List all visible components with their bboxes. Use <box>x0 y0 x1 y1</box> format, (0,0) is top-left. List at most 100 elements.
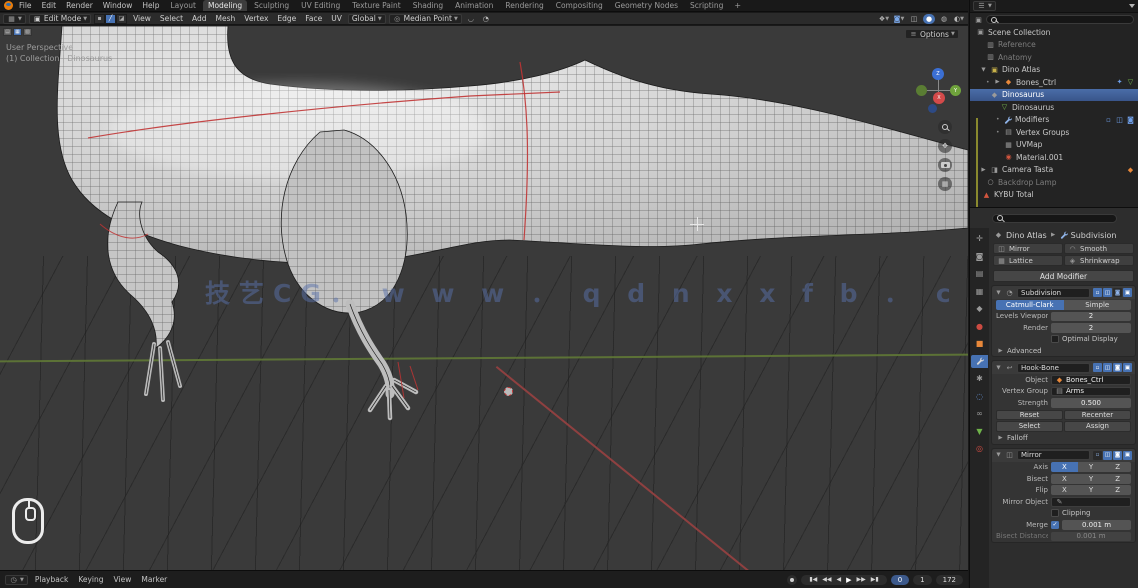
mirror-object-field[interactable]: ✎ <box>1051 497 1131 507</box>
render-display-toggle[interactable]: ◙ <box>1113 451 1122 460</box>
cage-display-toggle[interactable]: ▣ <box>1123 288 1132 297</box>
tab-scripting[interactable]: Scripting <box>685 0 728 11</box>
render-display-toggle[interactable]: ◙ <box>1113 288 1122 297</box>
falloff-section[interactable]: ▶Falloff <box>992 433 1135 444</box>
menu-render[interactable]: Render <box>62 1 97 10</box>
frame-end-field[interactable]: 172 <box>936 575 963 585</box>
subdivision-modifier-header[interactable]: ▼ ◔ Subdivision ▫◫◙▣ <box>992 286 1135 299</box>
outliner-row-vertex-groups[interactable]: •▤Vertex Groups <box>970 126 1138 139</box>
frame-start-field[interactable]: 1 <box>913 575 931 585</box>
physics-tab[interactable]: ◌ <box>971 390 988 403</box>
edge-select-button[interactable]: ╱ <box>105 14 116 24</box>
keying-menu[interactable]: Keying <box>75 575 106 584</box>
breadcrumb-modifier[interactable]: Subdivision <box>1071 231 1117 240</box>
pivot-point-dropdown[interactable]: ◎Median Point▼ <box>389 14 462 24</box>
gizmo-y-axis[interactable]: Y <box>950 85 961 96</box>
tool-icon[interactable]: ▤ <box>3 28 12 36</box>
menu-edit[interactable]: Edit <box>38 1 61 10</box>
snap-magnet-toggle[interactable]: ◡ <box>465 14 477 24</box>
xray-toggle[interactable]: ◫ <box>908 14 920 24</box>
outliner-row-scene-collection[interactable]: ▣Scene Collection <box>970 26 1138 39</box>
cage-display-toggle[interactable]: ▣ <box>1123 451 1132 460</box>
realtime-toggle-icon[interactable]: ◫ <box>1115 116 1124 124</box>
uv-menu[interactable]: UV <box>328 14 345 23</box>
bisect-distance-field[interactable]: 0.001 m <box>1051 532 1131 542</box>
tab-geometry-nodes[interactable]: Geometry Nodes <box>610 0 683 11</box>
optimal-display-checkbox[interactable] <box>1051 335 1059 343</box>
navigation-gizmo[interactable]: Z Y X <box>916 68 962 114</box>
realtime-display-toggle[interactable]: ◫ <box>1103 363 1112 372</box>
vertex-group-field[interactable]: ▤Arms <box>1051 387 1131 397</box>
hook-assign-button[interactable]: Assign <box>1064 421 1131 432</box>
outliner-row-camera[interactable]: ▶◨Camera Tasta◆ <box>970 164 1138 177</box>
bisect-y-button[interactable]: Y <box>1078 474 1105 484</box>
strength-slider[interactable]: 0.500 <box>1051 398 1131 408</box>
outliner-row-modifiers[interactable]: •Modifiers▫◫◙ <box>970 114 1138 127</box>
show-overlays-dropdown[interactable]: ◙▼ <box>893 14 905 24</box>
timeline-editor-selector[interactable]: ◷▼ <box>5 575 28 585</box>
edge-menu[interactable]: Edge <box>274 14 299 23</box>
world-tab[interactable]: ● <box>971 320 988 333</box>
axis-y-button[interactable]: Y <box>1078 462 1105 472</box>
outliner-row-lamp[interactable]: ○Backdrop Lamp <box>970 176 1138 189</box>
levels-viewport-field[interactable]: 2 <box>1051 312 1131 322</box>
hook-select-button[interactable]: Select <box>996 421 1063 432</box>
hook-object-field[interactable]: ◆Bones_Ctrl <box>1051 375 1131 385</box>
flip-y-button[interactable]: Y <box>1078 485 1105 495</box>
mode-selector[interactable]: ▣Edit Mode▼ <box>29 14 91 24</box>
bisect-z-button[interactable]: Z <box>1104 474 1131 484</box>
menu-file[interactable]: File <box>15 1 36 10</box>
material-tab[interactable]: ◎ <box>971 442 988 455</box>
play-button[interactable]: ▶ <box>844 576 853 584</box>
vertex-select-button[interactable]: ▪ <box>94 14 105 24</box>
options-dropdown[interactable]: ≡Options▼ <box>905 29 959 39</box>
particles-tab[interactable]: ✱ <box>971 372 988 385</box>
marker-menu[interactable]: Marker <box>138 575 170 584</box>
jump-to-end-button[interactable]: ▶▮ <box>869 576 881 583</box>
clipping-checkbox[interactable] <box>1051 509 1059 517</box>
current-frame-field[interactable]: 0 <box>891 575 909 585</box>
jump-to-start-button[interactable]: ▮◀ <box>807 576 819 583</box>
vertex-menu[interactable]: Vertex <box>241 14 271 23</box>
simple-button[interactable]: Simple <box>1064 300 1132 310</box>
modifier-name-field[interactable]: Hook-Bone <box>1017 363 1090 373</box>
gizmo-x-axis[interactable]: X <box>933 92 945 104</box>
properties-search-input[interactable] <box>992 214 1117 223</box>
favorite-shrinkwrap-button[interactable]: ◈Shrinkwrap <box>1064 255 1134 266</box>
flip-z-button[interactable]: Z <box>1104 485 1131 495</box>
shading-rendered-dropdown[interactable]: ◐▼ <box>953 14 965 24</box>
render-display-toggle[interactable]: ◙ <box>1113 363 1122 372</box>
perspective-toggle-icon[interactable]: ▦ <box>938 177 952 191</box>
outliner-row-anatomy[interactable]: ▥Anatomy <box>970 51 1138 64</box>
timeline-view-menu[interactable]: View <box>111 575 135 584</box>
outliner-row-uvmap[interactable]: ▦UVMap <box>970 139 1138 152</box>
realtime-display-toggle[interactable]: ◫ <box>1103 451 1112 460</box>
menu-help[interactable]: Help <box>138 1 163 10</box>
breadcrumb-object[interactable]: Dino Atlas <box>1006 231 1047 240</box>
shading-material-button[interactable]: ◍ <box>938 14 950 24</box>
scene-tab[interactable]: ◆ <box>971 302 988 315</box>
hook-reset-button[interactable]: Reset <box>996 410 1063 421</box>
gizmo-z-neg-axis[interactable] <box>928 104 937 113</box>
outliner-search-input[interactable] <box>986 15 1134 24</box>
proportional-editing-toggle[interactable]: ◔ <box>480 14 492 24</box>
face-select-button[interactable]: ◪ <box>116 14 127 24</box>
tab-layout[interactable]: Layout <box>165 0 201 11</box>
output-tab[interactable]: ▤ <box>971 267 988 280</box>
merge-checkbox[interactable]: ✓ <box>1051 521 1059 529</box>
add-menu[interactable]: Add <box>189 14 210 23</box>
cage-display-toggle[interactable]: ▣ <box>1123 363 1132 372</box>
object-tab[interactable]: ■ <box>971 337 988 350</box>
outliner-row-material[interactable]: ◉Material.001 <box>970 151 1138 164</box>
shading-solid-button[interactable]: ● <box>923 14 935 24</box>
display-toggle-icon[interactable]: ▫ <box>1104 116 1113 124</box>
modifier-name-field[interactable]: Subdivision <box>1017 288 1090 298</box>
favorite-lattice-button[interactable]: ▦Lattice <box>993 255 1063 266</box>
tool-tab[interactable]: ✛ <box>971 232 988 245</box>
axis-z-button[interactable]: Z <box>1104 462 1131 472</box>
next-keyframe-button[interactable]: ▶▶ <box>855 576 868 583</box>
tab-rendering[interactable]: Rendering <box>500 0 548 11</box>
constraints-tab[interactable]: ∞ <box>971 407 988 420</box>
edit-mode-display-toggle[interactable]: ▫ <box>1093 288 1102 297</box>
edit-mode-display-toggle[interactable]: ▫ <box>1093 363 1102 372</box>
